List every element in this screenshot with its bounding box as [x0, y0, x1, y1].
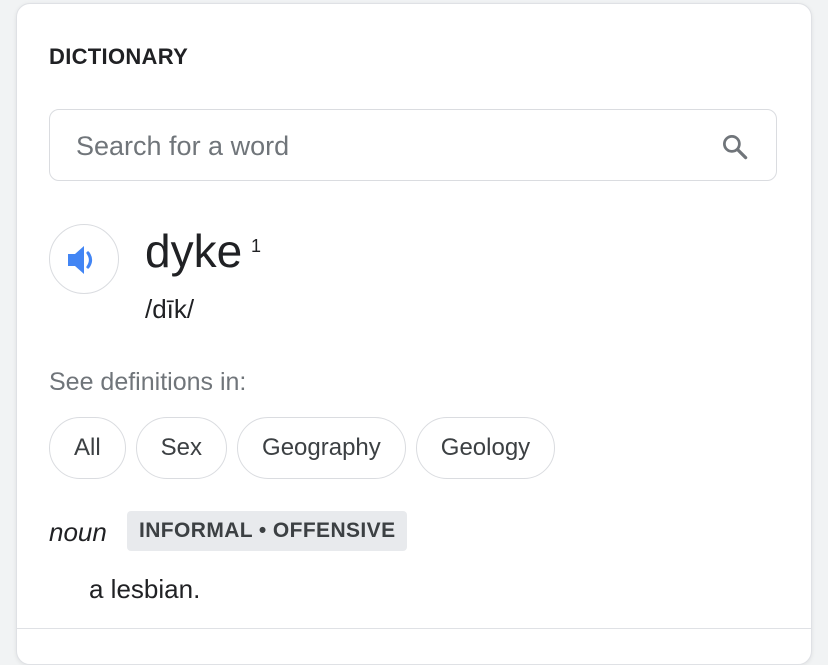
- chip-sex[interactable]: Sex: [135, 417, 228, 479]
- pronunciation-audio-button[interactable]: [49, 224, 119, 294]
- headword: dyke: [145, 225, 243, 277]
- divider: [17, 628, 811, 629]
- category-chips: All Sex Geography Geology: [49, 417, 556, 479]
- chip-geography[interactable]: Geography: [237, 417, 406, 479]
- usage-label-badge: INFORMAL • OFFENSIVE: [127, 511, 408, 551]
- chip-geology[interactable]: Geology: [415, 417, 556, 479]
- homograph-number: 1: [251, 236, 262, 256]
- search-input[interactable]: [74, 110, 678, 182]
- definition-text: a lesbian.: [89, 574, 201, 604]
- pronunciation: /dīk/: [145, 294, 195, 324]
- chip-all[interactable]: All: [49, 417, 126, 479]
- dictionary-card: DICTIONARY dyke 1 /dīk/ See definitions …: [16, 3, 812, 665]
- search-box[interactable]: [49, 109, 777, 182]
- part-of-speech: noun: [49, 517, 107, 547]
- see-definitions-label: See definitions in:: [49, 368, 247, 396]
- search-icon[interactable]: [720, 132, 750, 162]
- section-title: DICTIONARY: [49, 44, 189, 69]
